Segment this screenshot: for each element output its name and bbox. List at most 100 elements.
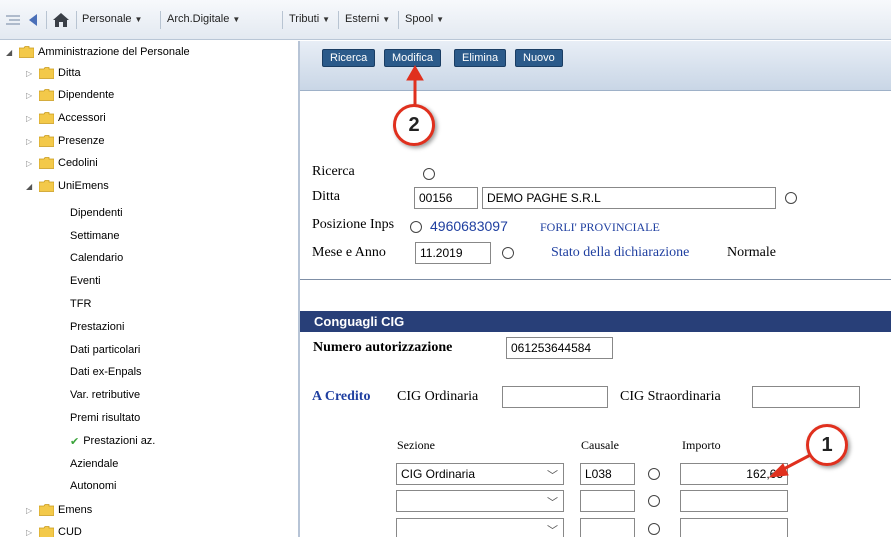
posizione-description: FORLI' PROVINCIALE — [540, 220, 660, 234]
folder-icon — [39, 157, 54, 169]
tree-leaf-dati-particolari[interactable]: Dati particolari — [70, 341, 140, 359]
tree-folder-ditta[interactable]: ▷ Ditta — [26, 64, 81, 82]
splitter[interactable] — [298, 41, 300, 537]
tree-folder-cud[interactable]: ▷ CUD — [26, 523, 82, 537]
collapsed-triangle-icon[interactable]: ▷ — [26, 159, 36, 168]
tree-folder-accessori[interactable]: ▷ Accessori — [26, 109, 106, 127]
tree-leaf-prestazioni[interactable]: Prestazioni — [70, 318, 124, 336]
cig-straordinaria-label: CIG Straordinaria — [620, 389, 721, 404]
chevron-down-icon: ﹀ — [547, 497, 558, 509]
causale-radio[interactable] — [648, 495, 660, 507]
elimina-button[interactable]: Elimina — [454, 49, 507, 67]
tree-leaf-premi-risultato[interactable]: Premi risultato — [70, 409, 140, 427]
modifica-button[interactable]: Modifica — [384, 49, 441, 67]
tree-leaf-dati-ex-enpals[interactable]: Dati ex-Enpals — [70, 363, 142, 381]
sezione-select[interactable]: ﹀ — [396, 518, 564, 537]
sezione-select[interactable]: CIG Ordinaria ﹀ — [396, 463, 564, 485]
folder-icon — [39, 504, 54, 516]
folder-icon — [39, 180, 54, 192]
collapsed-triangle-icon[interactable]: ▷ — [26, 528, 36, 537]
causale-field[interactable] — [580, 518, 635, 537]
navigation-tree: ◢ Amministrazione del Personale ▷ Ditta … — [0, 41, 298, 537]
menu-spool[interactable]: Spool ▼ — [405, 13, 444, 25]
tree-leaf-prestazioni-az[interactable]: ✔ Prestazioni az. — [70, 432, 155, 450]
numero-autorizzazione-label: Numero autorizzazione — [313, 340, 453, 355]
causale-radio[interactable] — [648, 468, 660, 480]
nuovo-button[interactable]: Nuovo — [515, 49, 563, 67]
importo-field[interactable] — [680, 490, 788, 512]
numero-autorizzazione-field[interactable]: 061253644584 — [506, 337, 613, 359]
cig-ordinaria-field[interactable] — [502, 386, 608, 408]
menu-arch-digitale[interactable]: Arch.Digitale ▼ — [167, 13, 240, 25]
posizione-inps-label: Posizione Inps — [312, 217, 395, 232]
collapsed-triangle-icon[interactable]: ▷ — [26, 506, 36, 515]
menu-tributi[interactable]: Tributi ▼ — [289, 13, 330, 25]
mese-anno-radio[interactable] — [502, 247, 514, 259]
causale-radio[interactable] — [648, 523, 660, 535]
ditta-name-field[interactable]: DEMO PAGHE S.R.L — [482, 187, 776, 209]
tree-folder-cedolini[interactable]: ▷ Cedolini — [26, 154, 98, 172]
tree-folder-emens[interactable]: ▷ Emens — [26, 501, 92, 519]
a-credito-label: A Credito — [312, 389, 371, 404]
chevron-down-icon: ﹀ — [547, 525, 558, 537]
tree-leaf-autonomi[interactable]: Autonomi — [70, 477, 116, 495]
collapsed-triangle-icon[interactable]: ▷ — [26, 69, 36, 78]
folder-icon — [39, 89, 54, 101]
stato-dichiarazione-value: Normale — [727, 245, 776, 260]
tree-leaf-eventi[interactable]: Eventi — [70, 272, 101, 290]
posizione-radio[interactable] — [410, 221, 422, 233]
stato-dichiarazione-label: Stato della dichiarazione — [551, 245, 690, 260]
home-icon[interactable] — [52, 12, 70, 28]
tree-leaf-aziendale[interactable]: Aziendale — [70, 455, 118, 473]
tree-leaf-tfr[interactable]: TFR — [70, 295, 91, 313]
menu-personale[interactable]: Personale ▼ — [82, 13, 142, 25]
action-bar: Ricerca Modifica Elimina Nuovo — [300, 41, 891, 91]
section-header-conguagli-cig: Conguagli CIG — [300, 311, 891, 332]
callout-2: 2 — [393, 104, 435, 146]
divider — [300, 279, 891, 280]
posizione-number: 4960683097 — [430, 218, 508, 234]
tree-leaf-dipendenti[interactable]: Dipendenti — [70, 204, 123, 222]
expanded-triangle-icon[interactable]: ◢ — [6, 48, 16, 57]
folder-icon — [39, 112, 54, 124]
tree-leaf-settimane[interactable]: Settimane — [70, 227, 120, 245]
ricerca-label: Ricerca — [312, 164, 355, 179]
chevron-down-icon: ﹀ — [547, 470, 558, 482]
collapsed-triangle-icon[interactable]: ▷ — [26, 91, 36, 100]
folder-icon — [39, 135, 54, 147]
importo-header: Importo — [682, 438, 721, 452]
causale-field[interactable]: L038 — [580, 463, 635, 485]
ditta-label: Ditta — [312, 189, 340, 204]
folder-icon — [19, 46, 34, 58]
tree-leaf-var-retributive[interactable]: Var. retributive — [70, 386, 140, 404]
callout-1: 1 — [806, 424, 848, 466]
ricerca-radio[interactable] — [423, 168, 435, 180]
collapsed-triangle-icon[interactable]: ▷ — [26, 137, 36, 146]
back-arrow-icon[interactable] — [27, 12, 39, 28]
collapsed-triangle-icon[interactable]: ▷ — [26, 114, 36, 123]
cig-straordinaria-field[interactable] — [752, 386, 860, 408]
expanded-triangle-icon[interactable]: ◢ — [26, 182, 36, 191]
sezione-select[interactable]: ﹀ — [396, 490, 564, 512]
cig-ordinaria-label: CIG Ordinaria — [397, 389, 479, 404]
tree-folder-presenze[interactable]: ▷ Presenze — [26, 132, 104, 150]
top-toolbar: Personale ▼ Arch.Digitale ▼ Tributi ▼ Ester… — [0, 0, 891, 40]
importo-field[interactable]: 162,65 — [680, 463, 788, 485]
importo-field[interactable] — [680, 518, 788, 537]
list-icon[interactable] — [6, 12, 20, 28]
tree-leaf-calendario[interactable]: Calendario — [70, 249, 123, 267]
checkmark-icon: ✔ — [70, 435, 80, 448]
folder-icon — [39, 67, 54, 79]
folder-icon — [39, 526, 54, 537]
mese-anno-field[interactable]: 11.2019 — [415, 242, 491, 264]
ricerca-button[interactable]: Ricerca — [322, 49, 376, 67]
ditta-code-field[interactable]: 00156 — [414, 187, 478, 209]
sezione-header: Sezione — [397, 438, 435, 452]
ditta-radio[interactable] — [785, 192, 797, 204]
causale-header: Causale — [581, 438, 619, 452]
tree-folder-dipendente[interactable]: ▷ Dipendente — [26, 86, 114, 104]
tree-folder-uniemens[interactable]: ◢ UniEmens — [26, 177, 109, 195]
tree-root[interactable]: ◢ Amministrazione del Personale — [6, 43, 190, 61]
menu-esterni[interactable]: Esterni ▼ — [345, 13, 390, 25]
causale-field[interactable] — [580, 490, 635, 512]
